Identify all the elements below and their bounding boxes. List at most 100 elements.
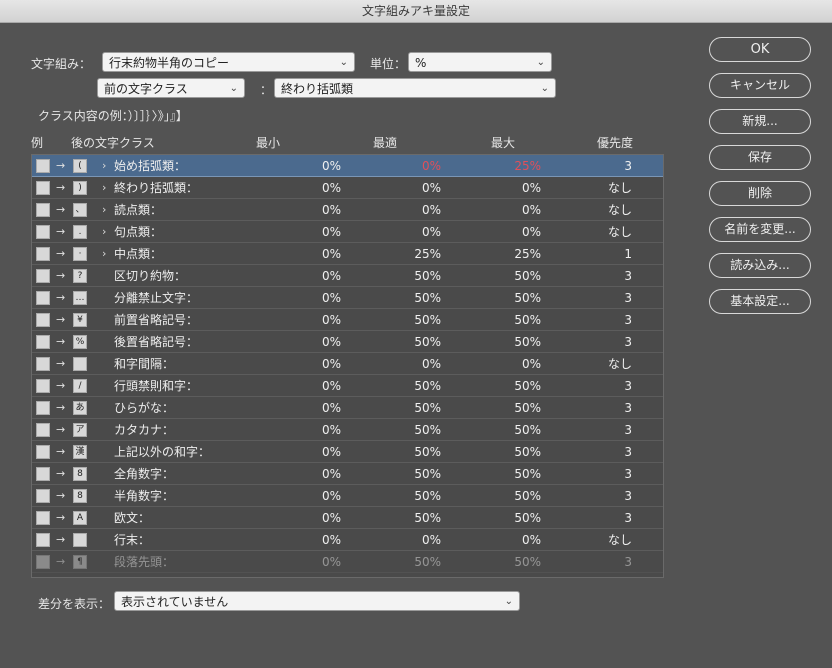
table-row[interactable]: → ¥ 前置省略記号： 0% 50% 50% 3 [32, 309, 663, 331]
optimal-value[interactable]: 50% [382, 287, 441, 309]
priority-value[interactable]: 3 [572, 331, 632, 353]
optimal-value[interactable]: 50% [382, 507, 441, 529]
min-value[interactable]: 0% [282, 397, 341, 419]
optimal-value[interactable]: 0% [382, 155, 441, 177]
min-value[interactable]: 0% [282, 199, 341, 221]
priority-value[interactable]: 3 [572, 287, 632, 309]
optimal-value[interactable]: 50% [382, 309, 441, 331]
table-row[interactable]: → 行末： 0% 0% 0% なし [32, 529, 663, 551]
expand-icon[interactable]: › [102, 221, 106, 243]
min-value[interactable]: 0% [282, 463, 341, 485]
table-row[interactable]: → · › 中点類： 0% 25% 25% 1 [32, 243, 663, 265]
prev-class-select[interactable]: 前の文字クラス ⌄ [97, 78, 245, 98]
max-value[interactable]: 50% [482, 551, 541, 573]
expand-icon[interactable]: › [102, 177, 106, 199]
rename-button[interactable]: 名前を変更... [709, 217, 811, 242]
max-value[interactable]: 50% [482, 507, 541, 529]
optimal-value[interactable]: 0% [382, 177, 441, 199]
table-row[interactable]: → 、 › 読点類： 0% 0% 0% なし [32, 199, 663, 221]
priority-value[interactable]: なし [572, 199, 632, 221]
min-value[interactable]: 0% [282, 419, 341, 441]
max-value[interactable]: 50% [482, 419, 541, 441]
min-value[interactable]: 0% [282, 155, 341, 177]
min-value[interactable]: 0% [282, 507, 341, 529]
min-value[interactable]: 0% [282, 177, 341, 199]
table-row[interactable]: → A 欧文： 0% 50% 50% 3 [32, 507, 663, 529]
priority-value[interactable]: 3 [572, 441, 632, 463]
priority-value[interactable]: 3 [572, 309, 632, 331]
unit-select[interactable]: % ⌄ [408, 52, 552, 72]
ok-button[interactable]: OK [709, 37, 811, 62]
max-value[interactable]: 50% [482, 397, 541, 419]
table-row[interactable]: → (› 始め括弧類： 0% 0% 25% 3 [32, 155, 663, 177]
max-value[interactable]: 50% [482, 287, 541, 309]
max-value[interactable]: 0% [482, 199, 541, 221]
max-value[interactable]: 0% [482, 177, 541, 199]
max-value[interactable]: 50% [482, 485, 541, 507]
cancel-button[interactable]: キャンセル [709, 73, 811, 98]
class-select[interactable]: 終わり括弧類 ⌄ [274, 78, 556, 98]
priority-value[interactable]: 1 [572, 243, 632, 265]
save-button[interactable]: 保存 [709, 145, 811, 170]
priority-value[interactable]: 3 [572, 551, 632, 573]
priority-value[interactable]: なし [572, 221, 632, 243]
table-row[interactable]: → ¶ 段落先頭： 0% 50% 50% 3 [32, 551, 663, 573]
table-row[interactable]: → 漢 上記以外の和字： 0% 50% 50% 3 [32, 441, 663, 463]
table-row[interactable]: → … 分離禁止文字： 0% 50% 50% 3 [32, 287, 663, 309]
min-value[interactable]: 0% [282, 265, 341, 287]
min-value[interactable]: 0% [282, 287, 341, 309]
new-button[interactable]: 新規... [709, 109, 811, 134]
min-value[interactable]: 0% [282, 221, 341, 243]
max-value[interactable]: 0% [482, 221, 541, 243]
table-row[interactable]: →% 後置省略記号： 0% 50% 50% 3 [32, 331, 663, 353]
table-row[interactable]: → 8 全角数字： 0% 50% 50% 3 [32, 463, 663, 485]
min-value[interactable]: 0% [282, 309, 341, 331]
expand-icon[interactable]: › [102, 155, 106, 177]
table-row[interactable]: →) › 終わり括弧類： 0% 0% 0% なし [32, 177, 663, 199]
table-row[interactable]: → / 行頭禁則和字： 0% 50% 50% 3 [32, 375, 663, 397]
table-row[interactable]: → 和字間隔： 0% 0% 0% なし [32, 353, 663, 375]
optimal-value[interactable]: 50% [382, 441, 441, 463]
priority-value[interactable]: なし [572, 353, 632, 375]
optimal-value[interactable]: 50% [382, 397, 441, 419]
max-value[interactable]: 50% [482, 441, 541, 463]
optimal-value[interactable]: 0% [382, 221, 441, 243]
priority-value[interactable]: 3 [572, 375, 632, 397]
table-row[interactable]: → 8 半角数字： 0% 50% 50% 3 [32, 485, 663, 507]
expand-icon[interactable]: › [102, 199, 106, 221]
priority-value[interactable]: なし [572, 529, 632, 551]
priority-value[interactable]: 3 [572, 485, 632, 507]
min-value[interactable]: 0% [282, 551, 341, 573]
optimal-value[interactable]: 50% [382, 419, 441, 441]
optimal-value[interactable]: 50% [382, 375, 441, 397]
optimal-value[interactable]: 0% [382, 199, 441, 221]
table-row[interactable]: →. › 句点類： 0% 0% 0% なし [32, 221, 663, 243]
optimal-value[interactable]: 50% [382, 551, 441, 573]
optimal-value[interactable]: 50% [382, 485, 441, 507]
max-value[interactable]: 50% [482, 375, 541, 397]
expand-icon[interactable]: › [102, 243, 106, 265]
priority-value[interactable]: 3 [572, 463, 632, 485]
min-value[interactable]: 0% [282, 243, 341, 265]
mojikumi-select[interactable]: 行末約物半角のコピー ⌄ [102, 52, 355, 72]
table-row[interactable]: → ア カタカナ： 0% 50% 50% 3 [32, 419, 663, 441]
priority-value[interactable]: 3 [572, 155, 632, 177]
max-value[interactable]: 25% [482, 155, 541, 177]
table-row[interactable]: → あ ひらがな： 0% 50% 50% 3 [32, 397, 663, 419]
max-value[interactable]: 0% [482, 529, 541, 551]
min-value[interactable]: 0% [282, 485, 341, 507]
diff-select[interactable]: 表示されていません ⌄ [114, 591, 520, 611]
optimal-value[interactable]: 50% [382, 463, 441, 485]
basic-settings-button[interactable]: 基本設定... [709, 289, 811, 314]
priority-value[interactable]: 3 [572, 419, 632, 441]
max-value[interactable]: 50% [482, 265, 541, 287]
max-value[interactable]: 50% [482, 309, 541, 331]
load-button[interactable]: 読み込み... [709, 253, 811, 278]
delete-button[interactable]: 削除 [709, 181, 811, 206]
optimal-value[interactable]: 25% [382, 243, 441, 265]
max-value[interactable]: 50% [482, 463, 541, 485]
max-value[interactable]: 0% [482, 353, 541, 375]
max-value[interactable]: 25% [482, 243, 541, 265]
min-value[interactable]: 0% [282, 529, 341, 551]
min-value[interactable]: 0% [282, 441, 341, 463]
